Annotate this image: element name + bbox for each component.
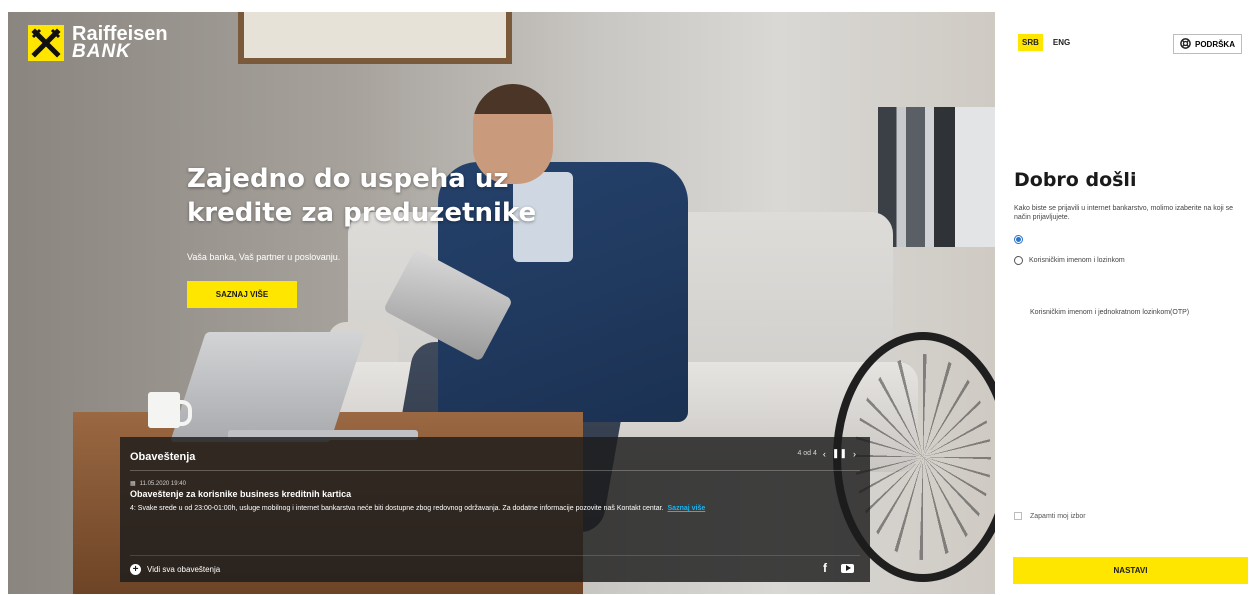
learn-more-button[interactable]: SAZNAJ VIŠE bbox=[187, 281, 297, 308]
brand-wordmark: Raiffeisen BANK bbox=[72, 24, 168, 62]
remember-checkbox[interactable] bbox=[1014, 512, 1022, 520]
lang-srb-button[interactable]: SRB bbox=[1018, 34, 1043, 51]
plus-circle-icon: + bbox=[130, 564, 141, 575]
mug-handle bbox=[176, 400, 192, 426]
notification-title: Obaveštenje za korisnike business kredit… bbox=[130, 489, 352, 499]
see-all-notifications-link[interactable]: + Vidi sva obaveštenja bbox=[130, 564, 220, 575]
notification-date: ▦ 11.05.2020 19:40 bbox=[130, 480, 186, 488]
bookshelf-binders bbox=[878, 107, 995, 247]
remember-choice[interactable]: Zapamti moj izbor bbox=[1014, 512, 1086, 520]
login-option-2[interactable]: Korisničkim imenom i lozinkom bbox=[1014, 256, 1125, 265]
notifications-pager: 4 od 4 ‹ ❚❚ › bbox=[797, 448, 856, 459]
continue-button[interactable]: NASTAVI bbox=[1013, 557, 1248, 584]
login-panel: SRB ENG PODRŠKA Dobro došli Kako biste s… bbox=[995, 12, 1256, 595]
social-links: f bbox=[823, 561, 854, 575]
login-intro-text: Kako biste se prijavili u internet banka… bbox=[1014, 205, 1234, 221]
language-switcher: SRB ENG bbox=[1018, 34, 1074, 51]
raiffeisen-crossed-gables-icon bbox=[28, 25, 64, 61]
lifebuoy-icon bbox=[1180, 37, 1191, 51]
login-option-1[interactable] bbox=[1014, 235, 1029, 244]
notification-body-text: 4: Svake srede u od 23:00-01:00h, usluge… bbox=[130, 505, 664, 512]
support-label: PODRŠKA bbox=[1194, 39, 1235, 49]
notification-date-text: 11.05.2020 19:40 bbox=[139, 480, 186, 487]
radio-button[interactable] bbox=[1014, 235, 1023, 244]
brand-logo[interactable]: Raiffeisen BANK bbox=[28, 24, 168, 62]
facebook-icon[interactable]: f bbox=[823, 561, 827, 575]
youtube-icon[interactable] bbox=[841, 563, 854, 573]
chevron-right-icon[interactable]: › bbox=[853, 449, 856, 459]
welcome-title: Dobro došli bbox=[1014, 169, 1137, 191]
pager-count: 4 od 4 bbox=[797, 450, 817, 457]
login-option-2-label: Korisničkim imenom i lozinkom bbox=[1029, 257, 1125, 264]
login-option-3-label[interactable]: Korisničkim imenom i jednokratnom lozink… bbox=[1030, 309, 1189, 316]
brand-name-line2: BANK bbox=[72, 41, 131, 62]
notifications-heading: Obaveštenja bbox=[130, 451, 196, 463]
notifications-panel: Obaveštenja 4 od 4 ‹ ❚❚ › ▦ 11.05.2020 1… bbox=[120, 437, 870, 582]
hero-subheadline: Vaša banka, Vaš partner u poslovanju. bbox=[187, 252, 341, 262]
radio-button[interactable] bbox=[1014, 256, 1023, 265]
pause-icon[interactable]: ❚❚ bbox=[832, 448, 847, 459]
calendar-icon: ▦ bbox=[130, 481, 136, 487]
chevron-left-icon[interactable]: ‹ bbox=[823, 449, 826, 459]
notification-learn-more-link[interactable]: Saznaj više bbox=[668, 505, 706, 512]
lang-eng-button[interactable]: ENG bbox=[1049, 34, 1074, 51]
support-button[interactable]: PODRŠKA bbox=[1172, 34, 1242, 54]
divider bbox=[130, 470, 860, 471]
hero-headline: Zajedno do uspeha uz kredite za preduzet… bbox=[187, 164, 537, 228]
wall-corkboard bbox=[238, 12, 512, 64]
divider bbox=[130, 555, 860, 556]
see-all-label: Vidi sva obaveštenja bbox=[147, 565, 221, 574]
notification-body: 4: Svake srede u od 23:00-01:00h, usluge… bbox=[130, 505, 705, 512]
remember-label: Zapamti moj izbor bbox=[1030, 512, 1086, 520]
